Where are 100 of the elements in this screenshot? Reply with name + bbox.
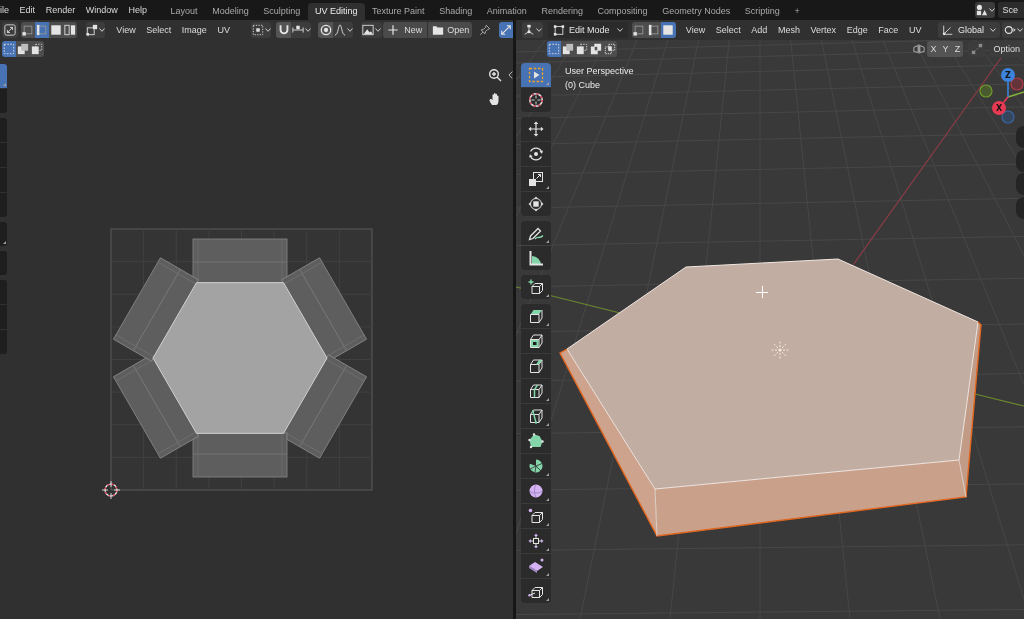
workspace-tab[interactable]: Compositing: [590, 3, 655, 20]
mirror-axis-button[interactable]: Y: [939, 41, 952, 57]
zoom-icon[interactable]: [488, 68, 502, 82]
menu-item[interactable]: Edit: [14, 2, 41, 18]
tool-button[interactable]: [521, 579, 551, 603]
submenu-corner-icon: [546, 523, 549, 526]
mirror-axis-button[interactable]: X: [927, 41, 940, 57]
select-box-mode-button[interactable]: [603, 41, 617, 57]
tool-button[interactable]: [521, 529, 551, 553]
select-box-mode-button[interactable]: [561, 41, 575, 57]
tool-button[interactable]: [521, 192, 551, 216]
tool-button[interactable]: [521, 404, 551, 428]
select-mode-button[interactable]: [35, 22, 49, 38]
workspace-tab[interactable]: Scripting: [737, 3, 788, 20]
new-image-button[interactable]: New: [383, 22, 428, 38]
gizmo-axis-button[interactable]: Z: [1001, 68, 1015, 82]
editor-type-dropdown[interactable]: [522, 22, 543, 38]
tool-button[interactable]: [521, 167, 551, 191]
orientation-dropdown[interactable]: Global: [938, 22, 1000, 38]
select-mode-button[interactable]: [63, 22, 77, 38]
tool-button[interactable]: [521, 275, 551, 299]
sticky-selection-icon: [86, 24, 98, 36]
menu-item[interactable]: Mesh: [772, 22, 806, 38]
sync-selection-toggle[interactable]: [499, 22, 513, 38]
editor-type-button[interactable]: [2, 22, 18, 38]
add-workspace-button[interactable]: +: [787, 3, 807, 20]
menu-item[interactable]: Window: [80, 2, 124, 18]
menu-item[interactable]: Image: [176, 22, 213, 38]
select-box-mode-button[interactable]: [16, 41, 30, 57]
tool-button[interactable]: [521, 221, 551, 245]
tool-button[interactable]: [521, 329, 551, 353]
open-image-button[interactable]: Open: [428, 22, 473, 38]
select-box-mode-button[interactable]: [30, 41, 44, 57]
tool-button[interactable]: [521, 454, 551, 478]
falloff-dropdown[interactable]: [333, 22, 354, 38]
menu-item[interactable]: Render: [40, 2, 81, 18]
workspace-tab[interactable]: Animation: [479, 3, 535, 20]
workspace-tab[interactable]: Shading: [431, 3, 480, 20]
tool-button[interactable]: [521, 304, 551, 328]
workspace-tab[interactable]: Layout: [163, 3, 205, 20]
select-mode-button[interactable]: [21, 22, 35, 38]
menu-item[interactable]: Add: [746, 22, 773, 38]
select-box-mode-button[interactable]: [575, 41, 589, 57]
sticky-selection-dropdown[interactable]: [86, 22, 105, 38]
scene-dropdown[interactable]: [975, 2, 996, 18]
tool-button[interactable]: [521, 246, 551, 270]
chevron-left-icon[interactable]: [508, 71, 513, 79]
tool-button[interactable]: [521, 88, 551, 112]
gizmo-axis-button[interactable]: X: [992, 101, 1006, 115]
gizmo-axis-button[interactable]: [1001, 110, 1015, 124]
select-box-mode-button[interactable]: [547, 41, 561, 57]
pivot-dropdown[interactable]: [251, 22, 272, 38]
hand-icon[interactable]: [488, 92, 502, 106]
workspace-tab[interactable]: Sculpting: [256, 3, 308, 20]
face-select-icon: [662, 24, 675, 36]
diagonal-arrows-icon: [4, 24, 16, 36]
options-button[interactable]: Option: [989, 41, 1024, 57]
pivot-dropdown[interactable]: [1002, 22, 1024, 38]
tool-button[interactable]: [521, 504, 551, 528]
cube-inset-icon: [528, 333, 544, 349]
image-browse-dropdown[interactable]: [361, 22, 383, 38]
menu-item[interactable]: Select: [140, 22, 177, 38]
menu-item[interactable]: View: [111, 22, 141, 38]
tool-button[interactable]: [521, 554, 551, 578]
snap-toggle[interactable]: [276, 22, 292, 38]
workspace-tab[interactable]: Modeling: [204, 3, 256, 20]
tool-button[interactable]: [521, 429, 551, 453]
scene-field[interactable]: Sce: [998, 2, 1024, 18]
menu-item[interactable]: Face: [873, 22, 904, 38]
select-box-mode-button[interactable]: [589, 41, 603, 57]
workspace-tab[interactable]: UV Editing: [307, 3, 365, 20]
menu-item[interactable]: UV: [212, 22, 236, 38]
select-mode-button[interactable]: [49, 22, 63, 38]
gizmo-axis-button[interactable]: [1010, 77, 1024, 91]
four-arrows-icon: [528, 121, 544, 137]
tool-button[interactable]: [521, 379, 551, 403]
pin-toggle[interactable]: [478, 22, 493, 38]
menu-item[interactable]: Vertex: [805, 22, 842, 38]
gizmo-axis-button[interactable]: [979, 84, 993, 98]
menu-item[interactable]: UV: [903, 22, 927, 38]
viewport-info-text: User Perspective: [565, 65, 634, 78]
tool-button[interactable]: [521, 117, 551, 141]
select-mode-button[interactable]: [632, 22, 647, 38]
menu-item[interactable]: ile: [0, 2, 15, 18]
tool-button[interactable]: [521, 354, 551, 378]
select-box-mode-button[interactable]: [2, 41, 16, 57]
workspace-tab[interactable]: Rendering: [534, 3, 591, 20]
snap-target-dropdown[interactable]: [291, 22, 312, 38]
menu-item[interactable]: View: [680, 22, 711, 38]
workspace-tab[interactable]: Texture Paint: [364, 3, 432, 20]
workspace-tab[interactable]: Geometry Nodes: [654, 3, 738, 20]
menu-item[interactable]: Edge: [841, 22, 873, 38]
mode-dropdown[interactable]: Edit Mode: [548, 22, 628, 38]
menu-item[interactable]: Select: [710, 22, 747, 38]
mirror-axis-button[interactable]: Z: [951, 41, 964, 57]
proportional-edit-toggle[interactable]: [318, 22, 334, 38]
tool-button[interactable]: [521, 142, 551, 166]
tool-button[interactable]: [521, 479, 551, 503]
menu-item[interactable]: Help: [123, 2, 153, 18]
select-mode-button[interactable]: [661, 22, 676, 38]
